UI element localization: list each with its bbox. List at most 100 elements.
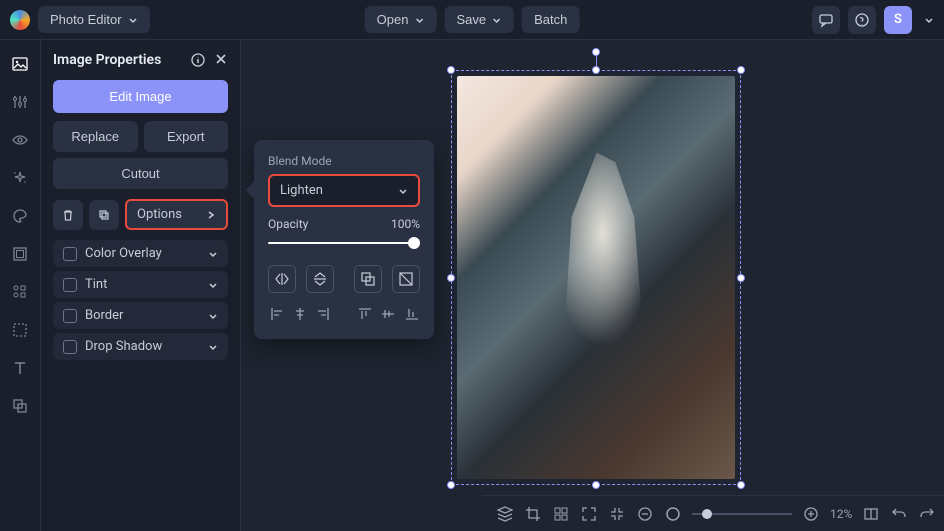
help-button[interactable]	[848, 6, 876, 34]
delete-button[interactable]	[53, 200, 83, 230]
handle-b[interactable]	[592, 481, 600, 489]
fit-icon	[360, 271, 376, 287]
rail-adjust[interactable]	[8, 90, 32, 114]
save-button[interactable]: Save	[444, 6, 514, 33]
handle-bl[interactable]	[447, 481, 455, 489]
fit-button[interactable]	[354, 265, 382, 293]
align-bottom-button[interactable]	[403, 303, 420, 325]
rail-crop[interactable]	[8, 318, 32, 342]
user-avatar[interactable]: S	[884, 6, 912, 34]
cutout-button[interactable]: Cutout	[53, 158, 228, 189]
prop-drop-shadow[interactable]: Drop Shadow	[53, 333, 228, 360]
info-button[interactable]	[190, 52, 206, 68]
flip-vertical-button[interactable]	[306, 265, 334, 293]
rail-sparkle[interactable]	[8, 166, 32, 190]
checkbox-icon	[63, 340, 77, 354]
panel-title: Image Properties	[53, 52, 161, 68]
redo-icon	[918, 505, 936, 523]
selection-outline	[451, 70, 741, 485]
open-button[interactable]: Open	[365, 6, 437, 33]
tool-rail	[0, 40, 41, 531]
text-icon	[11, 359, 29, 377]
plus-circle-icon	[802, 505, 820, 523]
zoom-thumb[interactable]	[702, 509, 712, 519]
panel-header: Image Properties	[53, 52, 228, 68]
app-mode-dropdown[interactable]: Photo Editor	[38, 6, 150, 33]
prop-tint[interactable]: Tint	[53, 271, 228, 298]
layers-button[interactable]	[496, 505, 514, 523]
align-top-button[interactable]	[357, 303, 374, 325]
image-icon	[11, 55, 29, 73]
handle-l[interactable]	[447, 274, 455, 282]
zoom-slider[interactable]	[692, 513, 792, 515]
user-menu-caret[interactable]	[924, 15, 934, 25]
zoom-in-button[interactable]	[802, 505, 820, 523]
rotation-handle[interactable]	[592, 48, 600, 56]
chevron-down-icon	[208, 311, 218, 321]
align-bottom-icon	[404, 306, 420, 322]
align-right-button[interactable]	[314, 303, 331, 325]
zoom-reset-button[interactable]	[664, 505, 682, 523]
edit-image-button[interactable]: Edit Image	[53, 80, 228, 113]
rail-paint[interactable]	[8, 204, 32, 228]
checkbox-icon	[63, 278, 77, 292]
compare-button[interactable]	[862, 505, 880, 523]
blend-mode-label: Blend Mode	[268, 154, 420, 168]
align-top-icon	[357, 306, 373, 322]
fullscreen-button[interactable]	[580, 505, 598, 523]
prop-color-overlay[interactable]: Color Overlay	[53, 240, 228, 267]
blend-mode-select[interactable]: Lighten	[268, 174, 420, 207]
options-button[interactable]: Options	[125, 199, 228, 230]
comments-button[interactable]	[812, 6, 840, 34]
prop-border[interactable]: Border	[53, 302, 228, 329]
rail-text[interactable]	[8, 356, 32, 380]
zoom-out-button[interactable]	[636, 505, 654, 523]
replace-button[interactable]: Replace	[53, 121, 138, 152]
export-button[interactable]: Export	[144, 121, 229, 152]
handle-tl[interactable]	[447, 66, 455, 74]
handle-t[interactable]	[592, 66, 600, 74]
duplicate-button[interactable]	[89, 200, 119, 230]
rail-frame[interactable]	[8, 242, 32, 266]
crop-button[interactable]	[524, 505, 542, 523]
flip-horizontal-button[interactable]	[268, 265, 296, 293]
canvas-selection[interactable]	[451, 70, 741, 485]
align-left-button[interactable]	[268, 303, 285, 325]
flip-h-icon	[274, 271, 290, 287]
close-panel-button[interactable]	[214, 52, 228, 68]
grid-icon	[552, 505, 570, 523]
rail-image[interactable]	[8, 52, 32, 76]
sparkle-icon	[11, 169, 29, 187]
opacity-slider[interactable]	[268, 235, 420, 251]
rail-shapes[interactable]	[8, 280, 32, 304]
batch-button[interactable]: Batch	[522, 6, 579, 33]
slider-track	[268, 242, 420, 244]
fullscreen-icon	[580, 505, 598, 523]
rail-layers[interactable]	[8, 394, 32, 418]
app-mode-label: Photo Editor	[50, 12, 122, 27]
palette-icon	[11, 207, 29, 225]
overlay-icon	[11, 397, 29, 415]
handle-tr[interactable]	[737, 66, 745, 74]
canvas-area[interactable]: Blend Mode Lighten Opacity 100%	[241, 40, 944, 531]
checkbox-icon	[63, 247, 77, 261]
grid-button[interactable]	[552, 505, 570, 523]
copy-icon	[97, 208, 111, 222]
align-center-v-icon	[380, 306, 396, 322]
checkbox-icon	[63, 309, 77, 323]
align-center-h-button[interactable]	[291, 303, 308, 325]
topbar: Photo Editor Open Save Batch S	[0, 0, 944, 40]
align-center-v-button[interactable]	[380, 303, 397, 325]
blend-mode-value: Lighten	[280, 183, 323, 198]
compare-icon	[862, 505, 880, 523]
rail-eye[interactable]	[8, 128, 32, 152]
undo-button[interactable]	[890, 505, 908, 523]
main: Image Properties Edit Image Replace Expo…	[0, 40, 944, 531]
fill-button[interactable]	[392, 265, 420, 293]
handle-r[interactable]	[737, 274, 745, 282]
slider-thumb[interactable]	[408, 237, 420, 249]
redo-button[interactable]	[918, 505, 936, 523]
fit-screen-button[interactable]	[608, 505, 626, 523]
prop-label: Tint	[85, 277, 107, 292]
handle-br[interactable]	[737, 481, 745, 489]
